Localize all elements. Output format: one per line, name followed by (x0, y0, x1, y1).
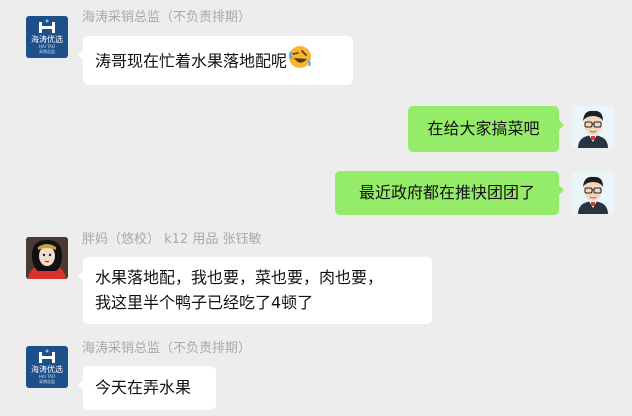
woman-portrait-icon (26, 237, 68, 279)
sender-name: 海涛采销总监（不负责排期） (82, 341, 252, 356)
logo-brand-text: 海涛优选 (31, 35, 63, 44)
sender-name: 胖妈（悠校） k12 用品 张钰敏 (82, 232, 262, 247)
message-bubble[interactable]: 今天在弄水果 (78, 366, 216, 410)
message-text-line-2: 我这里半个鸭子已经吃了4顿了 (95, 293, 314, 312)
cartoon-man-icon (572, 172, 614, 214)
rolling-on-floor-laughing-icon (288, 45, 312, 76)
message-bubble[interactable]: 水果落地配，我也要，菜也要，肉也要， 我这里半个鸭子已经吃了4顿了 (78, 257, 432, 324)
woman-photo-avatar[interactable] (26, 237, 68, 279)
message-text: 今天在弄水果 (95, 378, 192, 397)
sender-name: 海涛采销总监（不负责排期） (82, 10, 252, 25)
logo-brand-text: 海涛优选 (31, 365, 63, 374)
message-text: 最近政府都在推快团团了 (358, 183, 535, 202)
message-bubble[interactable]: 在给大家搞菜吧 (408, 106, 564, 152)
chat-window: 海涛优选 HAI TAO 采销总监 海涛采销总监（不负责排期） 涛哥现在忙着水果… (0, 0, 632, 416)
company-logo-avatar[interactable]: 海涛优选 HAI TAO 采销总监 (26, 346, 68, 388)
message-text-line-1: 水果落地配，我也要，菜也要，肉也要， (95, 268, 384, 287)
user-cartoon-avatar[interactable] (572, 106, 614, 148)
message-bubble[interactable]: 涛哥现在忙着水果落地配呢 (78, 36, 353, 85)
company-logo-avatar[interactable]: 海涛优选 HAI TAO 采销总监 (26, 16, 68, 58)
logo-tag-text: 采销总监 (39, 379, 55, 384)
logo-tag-text: 采销总监 (39, 49, 55, 54)
cartoon-man-icon (572, 106, 614, 148)
user-cartoon-avatar[interactable] (572, 172, 614, 214)
message-bubble[interactable]: 最近政府都在推快团团了 (335, 171, 564, 215)
message-text: 在给大家搞菜吧 (427, 119, 540, 138)
message-text: 涛哥现在忙着水果落地配呢 (95, 51, 288, 71)
